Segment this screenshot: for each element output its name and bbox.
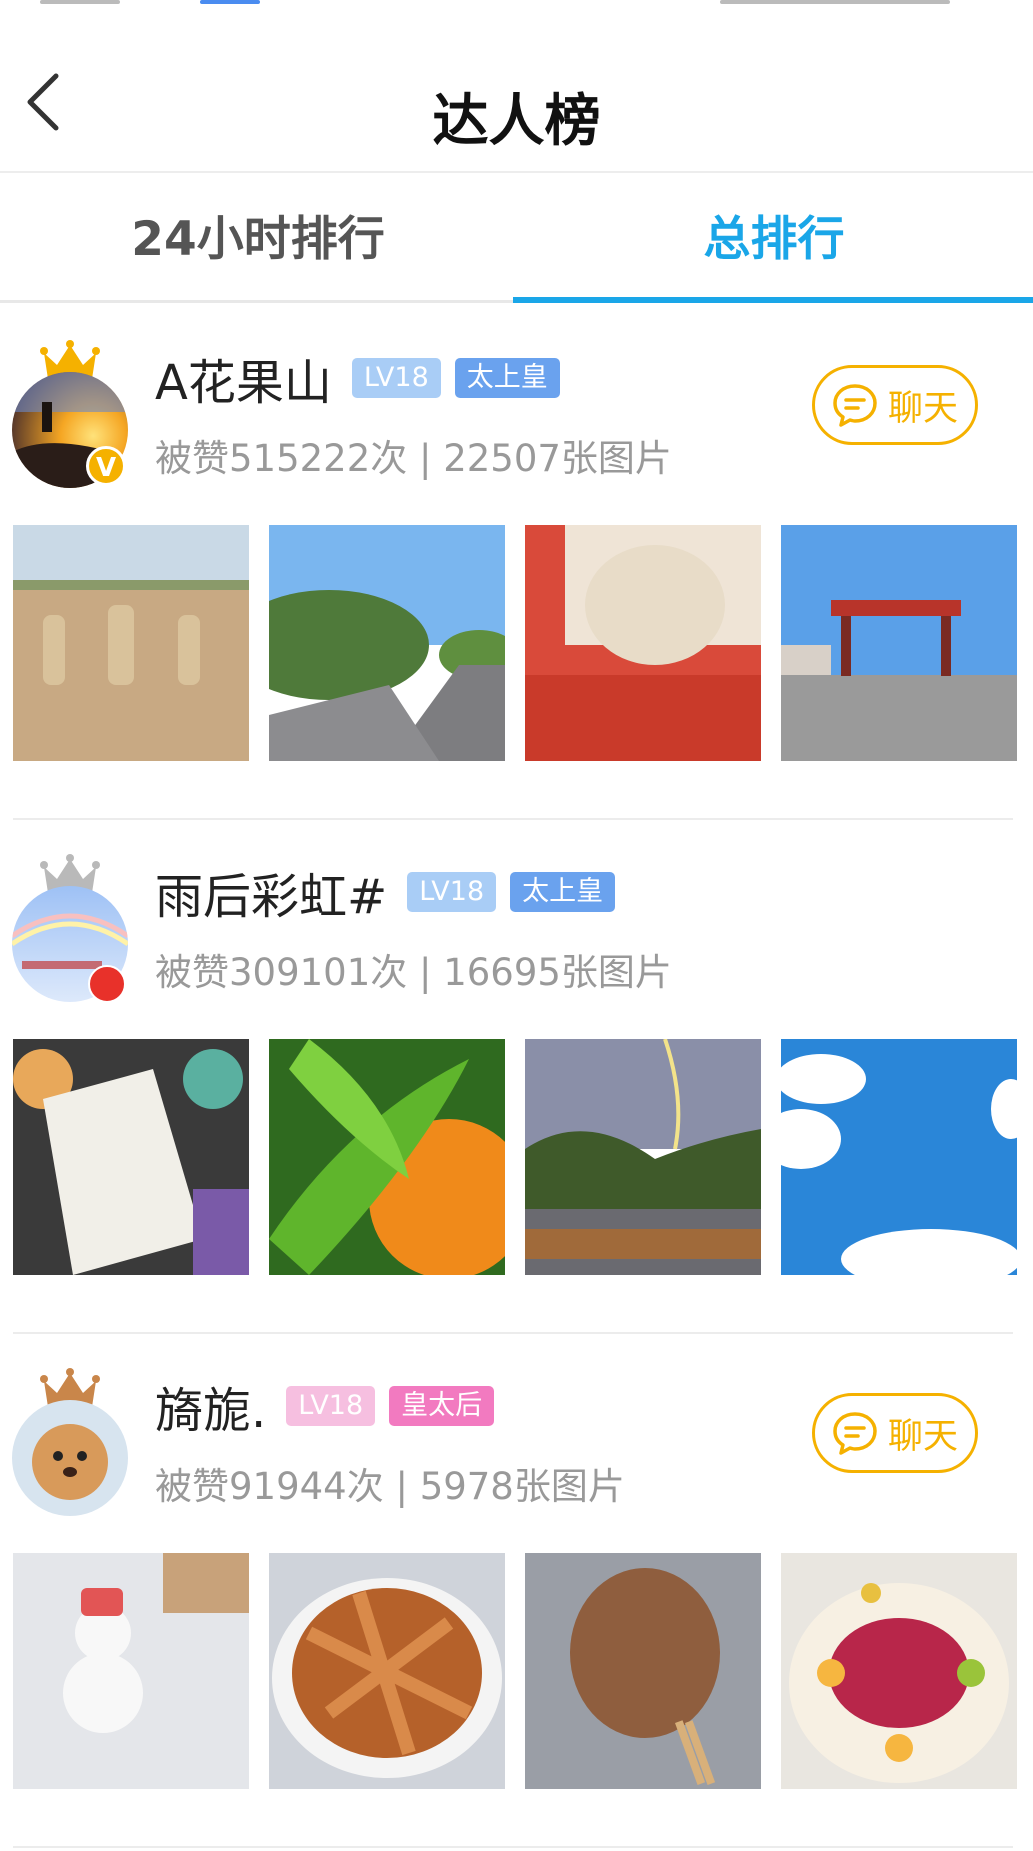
chat-label: 聊天 bbox=[887, 1416, 958, 1457]
photo-thumbnail[interactable] bbox=[269, 1553, 505, 1789]
active-tab-indicator bbox=[513, 297, 1033, 303]
username[interactable]: A花果山 bbox=[155, 343, 332, 413]
username[interactable]: 雨后彩虹# bbox=[155, 857, 387, 927]
signal-battery-icon bbox=[720, 0, 950, 4]
tab-overall[interactable]: 总排行 bbox=[516, 175, 1032, 300]
photo-thumbnail[interactable] bbox=[525, 525, 761, 761]
status-bar bbox=[0, 0, 1033, 10]
user-avatar-group[interactable]: V bbox=[12, 339, 130, 489]
tab-bar: 24小时排行 总排行 bbox=[0, 175, 1033, 303]
photo-grid bbox=[13, 1553, 1017, 1789]
chat-label: 聊天 bbox=[887, 388, 958, 429]
photo-grid bbox=[13, 525, 1017, 761]
flag-icon bbox=[88, 965, 126, 1003]
photo-thumbnail[interactable] bbox=[269, 525, 505, 761]
photo-grid bbox=[13, 1039, 1017, 1275]
user-stats: 被赞91944次 | 5978张图片 bbox=[155, 1465, 625, 1508]
nav-bar: 达人榜 bbox=[0, 10, 1033, 173]
list-item[interactable]: 雨后彩虹# LV18 太上皇 被赞309101次 | 16695张图片 bbox=[0, 819, 1033, 1334]
user-avatar-group[interactable] bbox=[12, 1367, 130, 1517]
photo-thumbnail[interactable] bbox=[781, 1553, 1017, 1789]
verified-icon: V bbox=[86, 446, 126, 486]
rank-badge: 太上皇 bbox=[454, 358, 560, 398]
chat-button[interactable]: 聊天 bbox=[812, 365, 978, 445]
level-badge: LV18 bbox=[407, 872, 497, 912]
list-item[interactable]: 旖旎. LV18 皇太后 被赞91944次 | 5978张图片 聊天 bbox=[0, 1333, 1033, 1848]
tab-24h[interactable]: 24小时排行 bbox=[0, 175, 516, 300]
photo-thumbnail[interactable] bbox=[13, 1039, 249, 1275]
status-time bbox=[40, 0, 120, 4]
list-item[interactable]: V A花果山 LV18 太上皇 被赞515222次 | 22507张图片 聊天 bbox=[0, 305, 1033, 820]
divider bbox=[13, 1846, 1013, 1848]
user-header: 旖旎. LV18 皇太后 bbox=[155, 1371, 495, 1441]
chat-bubble-icon bbox=[833, 384, 877, 427]
photo-thumbnail[interactable] bbox=[781, 525, 1017, 761]
rank-badge: 太上皇 bbox=[510, 872, 616, 912]
user-header: A花果山 LV18 太上皇 bbox=[155, 343, 560, 413]
user-avatar-group[interactable] bbox=[12, 853, 130, 1003]
username[interactable]: 旖旎. bbox=[155, 1371, 266, 1441]
chat-button[interactable]: 聊天 bbox=[812, 1393, 978, 1473]
avatar[interactable] bbox=[12, 1400, 128, 1516]
photo-thumbnail[interactable] bbox=[269, 1039, 505, 1275]
rank-badge: 皇太后 bbox=[389, 1386, 495, 1426]
photo-thumbnail[interactable] bbox=[525, 1039, 761, 1275]
photo-thumbnail[interactable] bbox=[781, 1039, 1017, 1275]
photo-thumbnail[interactable] bbox=[13, 525, 249, 761]
level-badge: LV18 bbox=[286, 1386, 376, 1426]
user-stats: 被赞515222次 | 22507张图片 bbox=[155, 437, 672, 480]
chat-bubble-icon bbox=[833, 1412, 877, 1455]
user-header: 雨后彩虹# LV18 太上皇 bbox=[155, 857, 616, 927]
photo-thumbnail[interactable] bbox=[525, 1553, 761, 1789]
notification-icon bbox=[200, 0, 260, 4]
photo-thumbnail[interactable] bbox=[13, 1553, 249, 1789]
page-title: 达人榜 bbox=[432, 89, 601, 154]
level-badge: LV18 bbox=[351, 358, 441, 398]
user-stats: 被赞309101次 | 16695张图片 bbox=[155, 951, 672, 994]
